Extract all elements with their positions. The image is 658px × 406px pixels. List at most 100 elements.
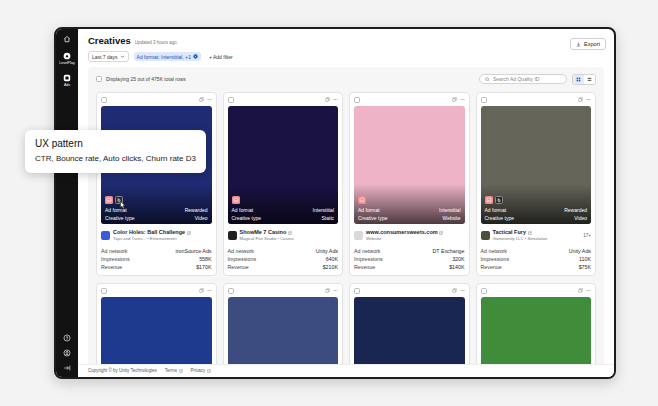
copy-icon[interactable] xyxy=(199,288,204,293)
creative-card[interactable]: Ad formatRewardedCreative typeVideo Tacti… xyxy=(476,92,597,276)
search-field[interactable]: Search Ad Quality ID xyxy=(479,74,567,84)
metric-value: $170K xyxy=(196,263,211,271)
account-icon[interactable] xyxy=(63,349,71,357)
home-icon[interactable] xyxy=(63,35,71,43)
sidebar-top: LevelPlay Ads xyxy=(59,35,75,88)
download-icon xyxy=(576,42,581,47)
metrics: Ad networkUnity AdsImpressions640KRevenu… xyxy=(228,247,339,272)
creative-card[interactable] xyxy=(223,283,344,364)
app-icon xyxy=(481,231,490,240)
card-actions xyxy=(325,97,338,102)
preview-attribute: Ad formatRewarded xyxy=(485,207,588,214)
ux-pattern-icon xyxy=(359,197,365,203)
pattern-marker[interactable] xyxy=(495,196,503,204)
card-checkbox[interactable] xyxy=(101,97,107,103)
view-option[interactable] xyxy=(573,75,584,84)
pattern-marker[interactable] xyxy=(232,196,240,204)
creative-preview[interactable] xyxy=(228,297,339,364)
app-name-label: Tactical Fury xyxy=(493,229,527,236)
sidebar-item[interactable]: LevelPlay xyxy=(59,52,75,65)
app-name[interactable]: Tactical Fury xyxy=(493,229,581,236)
more-icon[interactable] xyxy=(333,97,338,102)
footer-link[interactable]: Terms xyxy=(165,368,183,373)
select-all-checkbox[interactable] xyxy=(96,76,102,82)
external-link-icon xyxy=(528,231,532,235)
copy-icon[interactable] xyxy=(578,97,583,102)
sidebar-item[interactable]: Ads xyxy=(63,74,71,87)
creative-preview[interactable] xyxy=(101,297,212,364)
filter[interactable]: + Add filter xyxy=(206,52,236,61)
app-name[interactable]: ShowMe 7 Casino xyxy=(240,229,339,236)
creative-preview[interactable]: Ad formatRewardedCreative typeVideo xyxy=(481,106,592,224)
search-icon xyxy=(485,77,490,82)
card-checkbox[interactable] xyxy=(354,288,360,294)
more-icon[interactable] xyxy=(333,288,338,293)
card-header xyxy=(354,96,465,103)
metric-value: Unity Ads xyxy=(569,247,591,255)
copy-icon[interactable] xyxy=(452,97,457,102)
attribute-value: Interstitial xyxy=(313,207,334,214)
creative-preview[interactable]: Ad format InterstitialCreative typeWebsit… xyxy=(354,106,465,224)
external-link-icon xyxy=(187,231,191,235)
creative-card[interactable]: Ad formatRewardedCreative typeVideoColor… xyxy=(96,92,217,276)
copy-icon[interactable] xyxy=(325,97,330,102)
creative-preview[interactable]: Ad formatInterstitialCreative typeStatic xyxy=(228,106,339,224)
card-header xyxy=(228,96,339,103)
app-name[interactable]: Color Holes: Ball Challenge xyxy=(113,229,212,236)
creative-preview[interactable] xyxy=(354,297,465,364)
copy-icon[interactable] xyxy=(325,288,330,293)
copy-icon[interactable] xyxy=(578,288,583,293)
pattern-marker[interactable] xyxy=(115,196,123,204)
filter-bar: Last 7 days Ad format: Interstitial, +1 + … xyxy=(88,51,236,62)
more-icon[interactable] xyxy=(460,288,465,293)
metric-row: Ad networkironSource Ads xyxy=(101,247,212,255)
card-checkbox[interactable] xyxy=(228,97,234,103)
close-icon[interactable] xyxy=(193,54,198,59)
metric-row: Ad networkDT Exchange xyxy=(354,247,465,255)
export-button[interactable]: Export xyxy=(570,38,606,50)
attribute-label: Ad format xyxy=(358,207,380,214)
more-icon[interactable] xyxy=(586,97,591,102)
filter-label: + Add filter xyxy=(209,54,233,60)
more-icon[interactable] xyxy=(460,97,465,102)
card-checkbox[interactable] xyxy=(101,288,107,294)
pattern-marker[interactable] xyxy=(358,196,366,204)
filter[interactable]: Last 7 days xyxy=(88,51,129,62)
card-checkbox[interactable] xyxy=(228,288,234,294)
creative-card[interactable] xyxy=(349,283,470,364)
card-checkbox[interactable] xyxy=(481,97,487,103)
metric-value: $140K xyxy=(449,263,464,271)
pattern-markers xyxy=(105,196,208,204)
metric-row: Revenue$170K xyxy=(101,263,212,271)
attribute-label: Ad format xyxy=(485,207,507,214)
collapse-icon[interactable] xyxy=(63,364,71,372)
preview-attribute: Creative typeWebsite xyxy=(358,215,461,222)
header-left: CreativesUpdated 3 hours agoLast 7 daysA… xyxy=(88,35,236,62)
creative-card[interactable] xyxy=(476,283,597,364)
footer-link[interactable]: Privacy xyxy=(191,368,211,373)
app-text: Color Holes: Ball ChallengeTops and Turn… xyxy=(113,229,212,242)
card-checkbox[interactable] xyxy=(481,288,487,294)
metric-value: ironSource Ads xyxy=(176,247,212,255)
creative-card[interactable]: Ad formatInterstitialCreative typeStatic… xyxy=(223,92,344,276)
more-icon[interactable] xyxy=(207,288,212,293)
creative-card[interactable]: Ad format InterstitialCreative typeWebsit… xyxy=(349,92,470,276)
more-icon[interactable] xyxy=(586,288,591,293)
help-icon[interactable] xyxy=(63,334,71,342)
pattern-marker[interactable] xyxy=(105,196,113,204)
copy-icon[interactable] xyxy=(199,97,204,102)
sidebar-bottom xyxy=(63,334,71,372)
attribute-value: Interstitial xyxy=(439,207,460,214)
view-option[interactable] xyxy=(584,75,595,84)
filter[interactable]: Ad format: Interstitial, +1 xyxy=(134,52,201,61)
card-header xyxy=(101,287,212,294)
copy-icon[interactable] xyxy=(452,288,457,293)
creative-card[interactable] xyxy=(96,283,217,364)
filter-label: Ad format: Interstitial, +1 xyxy=(137,54,191,60)
pattern-marker[interactable] xyxy=(485,196,493,204)
more-icon[interactable] xyxy=(207,97,212,102)
card-checkbox[interactable] xyxy=(354,97,360,103)
copyright: Copyright © by Unity Technologies xyxy=(88,368,157,373)
app-name[interactable]: www.consumersweets.com xyxy=(366,229,465,236)
creative-preview[interactable] xyxy=(481,297,592,364)
